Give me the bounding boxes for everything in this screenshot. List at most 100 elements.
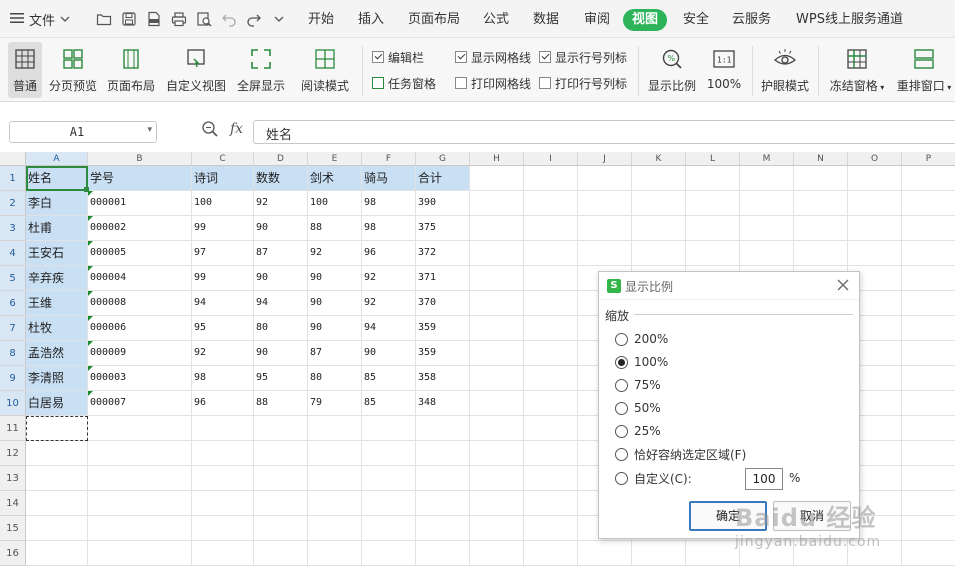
cell-c15[interactable]: [192, 516, 254, 541]
cell-g15[interactable]: [416, 516, 470, 541]
cell-o16[interactable]: [848, 541, 902, 566]
column-header-m[interactable]: M: [740, 152, 794, 166]
cell-e15[interactable]: [308, 516, 362, 541]
cell-l3[interactable]: [686, 216, 740, 241]
cell-p10[interactable]: [902, 391, 955, 416]
tab-security[interactable]: 安全: [677, 9, 715, 31]
cell-p4[interactable]: [902, 241, 955, 266]
cell-a5[interactable]: 辛弃疾: [26, 266, 88, 291]
select-all-corner[interactable]: [0, 152, 26, 166]
cell-i2[interactable]: [524, 191, 578, 216]
undo-icon[interactable]: [219, 9, 239, 29]
open-folder-icon[interactable]: [94, 9, 114, 29]
cell-g9[interactable]: 358: [416, 366, 470, 391]
cell-c16[interactable]: [192, 541, 254, 566]
cell-e16[interactable]: [308, 541, 362, 566]
zoom-50-radio[interactable]: 50%: [615, 400, 661, 416]
cell-i16[interactable]: [524, 541, 578, 566]
cell-b1[interactable]: 学号: [88, 166, 192, 191]
cell-n16[interactable]: [794, 541, 848, 566]
column-header-c[interactable]: C: [192, 152, 254, 166]
cell-c2[interactable]: 100: [192, 191, 254, 216]
cell-a2[interactable]: 李白: [26, 191, 88, 216]
cell-o3[interactable]: [848, 216, 902, 241]
formula-bar-checkbox[interactable]: 编辑栏: [372, 48, 424, 66]
fit-selection-radio[interactable]: 恰好容纳选定区域(F): [615, 446, 746, 462]
cell-b2[interactable]: 000001: [88, 191, 192, 216]
formula-input[interactable]: 姓名: [253, 120, 955, 144]
column-header-d[interactable]: D: [254, 152, 308, 166]
custom-view-button[interactable]: 自定义视图: [164, 42, 228, 98]
cell-p14[interactable]: [902, 491, 955, 516]
cell-a8[interactable]: 孟浩然: [26, 341, 88, 366]
cell-e9[interactable]: 80: [308, 366, 362, 391]
cell-p6[interactable]: [902, 291, 955, 316]
cell-p1[interactable]: [902, 166, 955, 191]
cell-a9[interactable]: 李清照: [26, 366, 88, 391]
tab-insert[interactable]: 插入: [352, 9, 390, 31]
cell-b8[interactable]: 000009: [88, 341, 192, 366]
cell-a16[interactable]: [26, 541, 88, 566]
cell-a14[interactable]: [26, 491, 88, 516]
zoom-100-button[interactable]: 1:1 100%: [704, 42, 744, 98]
cell-e2[interactable]: 100: [308, 191, 362, 216]
cell-h6[interactable]: [470, 291, 524, 316]
row-header-16[interactable]: 16: [0, 541, 26, 566]
cell-h5[interactable]: [470, 266, 524, 291]
cell-e14[interactable]: [308, 491, 362, 516]
cell-f2[interactable]: 98: [362, 191, 416, 216]
cell-i13[interactable]: [524, 466, 578, 491]
cell-h4[interactable]: [470, 241, 524, 266]
freeze-panes-button[interactable]: 冻结窗格 ▾: [826, 42, 888, 98]
cell-i10[interactable]: [524, 391, 578, 416]
cell-g8[interactable]: 359: [416, 341, 470, 366]
cell-e8[interactable]: 87: [308, 341, 362, 366]
cell-f4[interactable]: 96: [362, 241, 416, 266]
normal-view-button[interactable]: 普通: [8, 42, 42, 98]
cell-i12[interactable]: [524, 441, 578, 466]
cell-c6[interactable]: 94: [192, 291, 254, 316]
cell-g11[interactable]: [416, 416, 470, 441]
cell-b9[interactable]: 000003: [88, 366, 192, 391]
print-gridlines-checkbox[interactable]: 打印网格线: [455, 74, 531, 92]
cell-d5[interactable]: 90: [254, 266, 308, 291]
cell-g4[interactable]: 372: [416, 241, 470, 266]
column-header-l[interactable]: L: [686, 152, 740, 166]
cell-g16[interactable]: [416, 541, 470, 566]
cell-h11[interactable]: [470, 416, 524, 441]
task-pane-checkbox[interactable]: 任务窗格: [372, 74, 436, 92]
cell-h2[interactable]: [470, 191, 524, 216]
cell-b3[interactable]: 000002: [88, 216, 192, 241]
zoom-100-radio[interactable]: 100%: [615, 354, 668, 370]
cell-c11[interactable]: [192, 416, 254, 441]
cell-g12[interactable]: [416, 441, 470, 466]
name-box[interactable]: A1 ▾: [9, 121, 157, 143]
cell-m4[interactable]: [740, 241, 794, 266]
cell-c9[interactable]: 98: [192, 366, 254, 391]
cell-d3[interactable]: 90: [254, 216, 308, 241]
print-preview-icon[interactable]: [194, 9, 214, 29]
cell-i6[interactable]: [524, 291, 578, 316]
row-header-13[interactable]: 13: [0, 466, 26, 491]
cell-f16[interactable]: [362, 541, 416, 566]
column-header-f[interactable]: F: [362, 152, 416, 166]
column-header-p[interactable]: P: [902, 152, 955, 166]
fullscreen-button[interactable]: 全屏显示: [235, 42, 287, 98]
cell-f11[interactable]: [362, 416, 416, 441]
tab-view[interactable]: 视图: [623, 9, 668, 31]
zoom-75-radio[interactable]: 75%: [615, 377, 661, 393]
cell-e1[interactable]: 剑术: [308, 166, 362, 191]
row-header-2[interactable]: 2: [0, 191, 26, 216]
cell-e10[interactable]: 79: [308, 391, 362, 416]
cell-a12[interactable]: [26, 441, 88, 466]
cell-c3[interactable]: 99: [192, 216, 254, 241]
cell-g3[interactable]: 375: [416, 216, 470, 241]
cell-b10[interactable]: 000007: [88, 391, 192, 416]
cell-p15[interactable]: [902, 516, 955, 541]
cell-d2[interactable]: 92: [254, 191, 308, 216]
column-header-j[interactable]: J: [578, 152, 632, 166]
cell-b13[interactable]: [88, 466, 192, 491]
cell-i9[interactable]: [524, 366, 578, 391]
column-header-h[interactable]: H: [470, 152, 524, 166]
save-icon[interactable]: [119, 9, 139, 29]
